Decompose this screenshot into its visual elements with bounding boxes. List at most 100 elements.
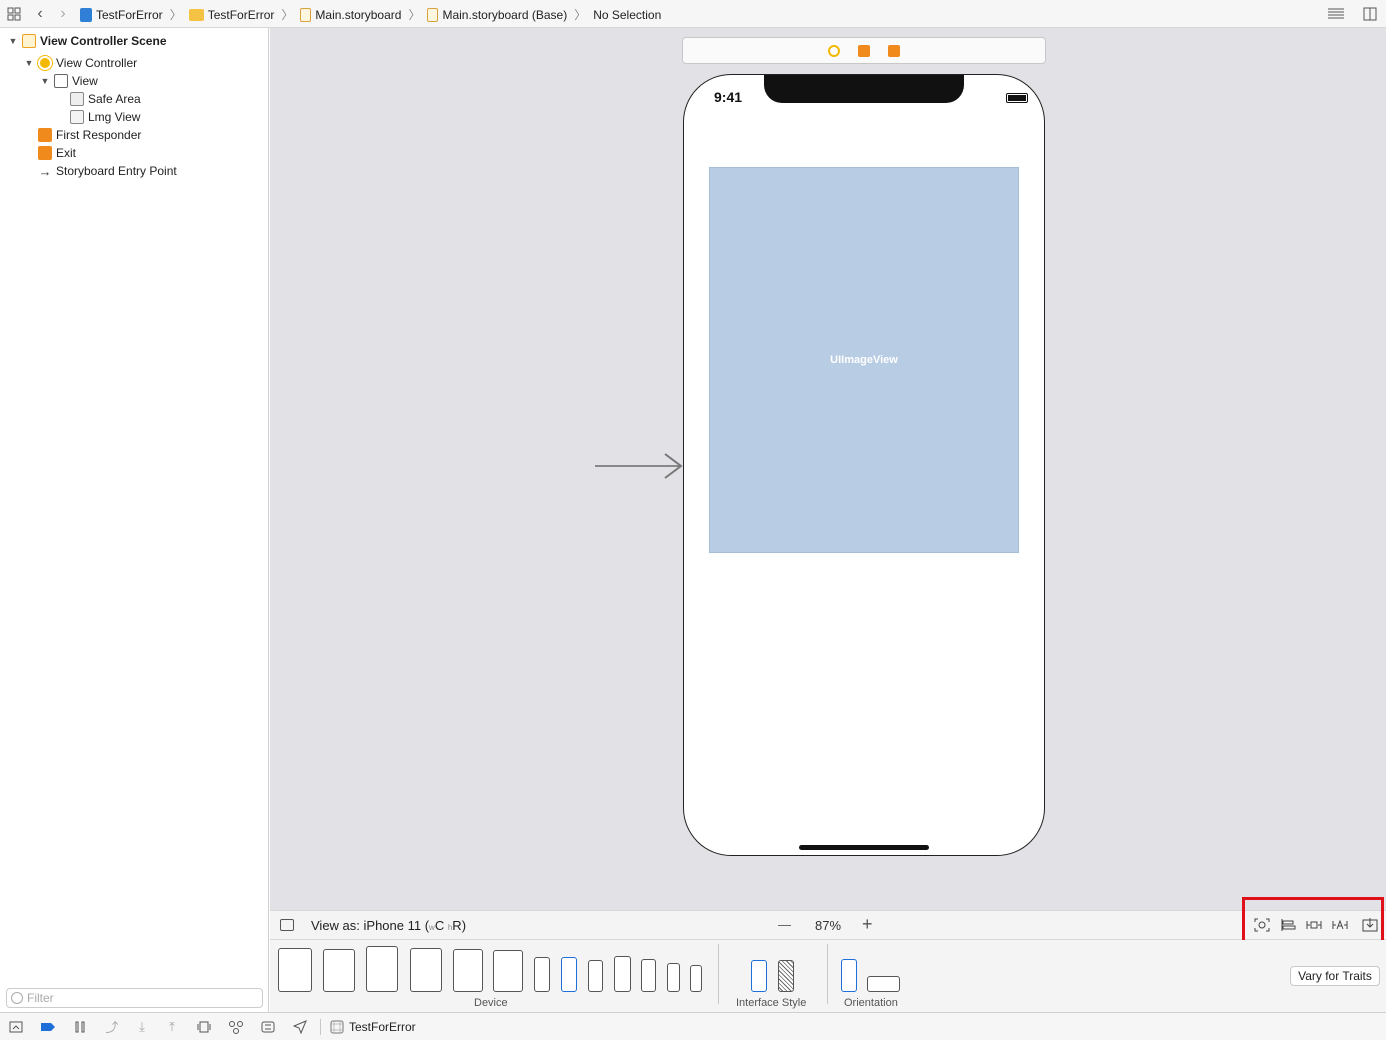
outline-label: Safe Area (88, 92, 141, 106)
entry-point-arrow[interactable] (595, 453, 685, 483)
device-ipad-air-icon[interactable] (366, 946, 398, 992)
outline-label: First Responder (56, 128, 142, 142)
disclosure-triangle-icon[interactable]: ▼ (40, 76, 50, 86)
update-frames-icon[interactable] (1254, 918, 1270, 932)
landscape-orientation-icon[interactable] (867, 976, 900, 992)
outline-row-entry-point[interactable]: → Storyboard Entry Point (38, 162, 177, 180)
outline-row-exit[interactable]: Exit (38, 144, 76, 162)
jump-bar: ‹ › TestForError 〉 TestForError 〉 Main.s… (0, 0, 1386, 28)
size-class-close: ) (461, 918, 467, 933)
battery-icon (1006, 93, 1028, 103)
filter-icon (11, 992, 23, 1004)
storyboard-canvas[interactable]: 9:41 UIImageView (270, 28, 1386, 910)
outline-label: View Controller Scene (40, 34, 167, 48)
size-class-c: C (434, 918, 445, 933)
step-into-icon[interactable]: ⤓ (130, 1018, 154, 1036)
outline-label: Exit (56, 146, 77, 160)
divider (320, 1018, 321, 1035)
resolve-auto-layout-icon[interactable] (1332, 918, 1348, 932)
memory-graph-icon[interactable] (224, 1018, 248, 1036)
exit-icon (38, 146, 52, 160)
device-ipad-9-icon[interactable] (493, 950, 523, 992)
breadcrumb-project[interactable]: TestForError (96, 8, 163, 22)
back-chevron-icon[interactable]: ‹ (32, 5, 48, 23)
device-ipad-pro-12-icon[interactable] (278, 948, 312, 992)
simulate-location-icon[interactable] (288, 1018, 312, 1036)
embed-in-icon[interactable] (1362, 918, 1378, 932)
forward-chevron-icon[interactable]: › (55, 5, 71, 23)
device-iphone-se-icon[interactable] (667, 963, 680, 992)
filter-field[interactable]: Filter (6, 988, 263, 1008)
outline-row-scene[interactable]: ▼ View Controller Scene (8, 32, 167, 50)
vary-for-traits-button[interactable]: Vary for Traits (1290, 966, 1380, 986)
exit-dock-icon[interactable] (888, 44, 900, 57)
divider (718, 944, 719, 1004)
zoom-out-button[interactable]: — (778, 917, 791, 932)
zoom-level: 87% (815, 918, 842, 933)
first-responder-icon (38, 128, 52, 142)
hide-debug-area-icon[interactable] (4, 1018, 28, 1036)
ui-image-view[interactable]: UIImageView (709, 167, 1019, 553)
step-over-icon[interactable]: ⤴ (100, 1018, 124, 1036)
debug-bar: ⤴ ⤓ ⤒ TestForError (0, 1012, 1386, 1040)
device-configuration-bar: Device Interface Style Orientation (270, 940, 1386, 1012)
outline-row-view[interactable]: ▼ View (40, 72, 98, 90)
view-debugger-icon[interactable] (192, 1018, 216, 1036)
device-iphone-8-icon[interactable] (641, 959, 656, 992)
first-responder-dock-icon[interactable] (858, 44, 870, 57)
home-indicator (799, 845, 929, 850)
breadcrumb-folder[interactable]: TestForError (208, 8, 275, 22)
breadcrumb-storyboard[interactable]: Main.storyboard (315, 8, 401, 22)
status-bar-time: 9:41 (714, 89, 743, 105)
device-iphone-11-icon[interactable] (561, 957, 577, 992)
target-name[interactable]: TestForError (349, 1020, 416, 1034)
breadcrumb-storyboard-base[interactable]: Main.storyboard (Base) (442, 8, 567, 22)
toggle-outline-icon[interactable] (280, 919, 294, 931)
outline-row-safe-area[interactable]: Safe Area (70, 90, 141, 108)
image-view-label: UIImageView (830, 354, 898, 366)
light-mode-icon[interactable] (751, 960, 767, 992)
editor-options-icon[interactable] (1326, 6, 1346, 22)
zoom-in-button[interactable]: + (862, 914, 873, 935)
device-iphone-11-pro-icon[interactable] (588, 960, 603, 992)
disclosure-triangle-icon[interactable]: ▼ (24, 58, 34, 68)
add-constraints-icon[interactable] (1306, 918, 1322, 932)
related-items-icon[interactable] (6, 6, 22, 22)
outline-label: View Controller (56, 56, 138, 70)
folder-icon (188, 8, 204, 21)
outline-label: Storyboard Entry Point (56, 164, 177, 178)
outline-label: Lmg View (88, 110, 141, 124)
device-ipad-pro-11-icon[interactable] (323, 949, 355, 992)
canvas-bottom-bar: View as: iPhone 11 (wC hR) — 87% + (270, 910, 1386, 940)
size-class-r: R (452, 918, 462, 933)
view-controller-dock-icon[interactable] (828, 44, 840, 57)
breadcrumb: TestForError 〉 TestForError 〉 Main.story… (80, 6, 661, 23)
scene-icon (22, 34, 36, 48)
outline-row-view-controller[interactable]: ▼ View Controller (24, 54, 137, 72)
align-icon[interactable] (1280, 918, 1296, 932)
step-out-icon[interactable]: ⤒ (160, 1018, 184, 1036)
storyboard-file-icon (300, 7, 312, 22)
iphone-frame[interactable]: 9:41 UIImageView (683, 74, 1045, 856)
portrait-orientation-icon[interactable] (841, 959, 857, 992)
device-iphone-11-pro-max-icon[interactable] (534, 957, 550, 992)
pause-icon[interactable] (68, 1018, 92, 1036)
outline-row-first-responder[interactable]: First Responder (38, 126, 141, 144)
dark-mode-icon[interactable] (778, 960, 794, 992)
safe-area-icon (70, 92, 84, 106)
view-controller-icon (38, 56, 52, 70)
disclosure-triangle-icon[interactable]: ▼ (8, 36, 18, 46)
outline-label: View (72, 74, 98, 88)
device-ipad-mini-icon[interactable] (453, 949, 483, 992)
view-as-text: View as: iPhone 11 ( (311, 918, 430, 933)
breadcrumb-selection[interactable]: No Selection (593, 8, 661, 22)
view-as-label[interactable]: View as: iPhone 11 (wC hR) (311, 918, 466, 933)
device-iphone-8-plus-icon[interactable] (614, 956, 631, 992)
breadcrumb-separator: 〉 (408, 8, 421, 22)
device-iphone-4s-icon[interactable] (690, 965, 702, 992)
environment-overrides-icon[interactable] (256, 1018, 280, 1036)
device-ipad-icon[interactable] (410, 948, 442, 992)
breakpoints-icon[interactable] (36, 1018, 60, 1036)
add-editor-icon[interactable] (1362, 6, 1378, 22)
outline-row-image-view[interactable]: Lmg View (70, 108, 140, 126)
